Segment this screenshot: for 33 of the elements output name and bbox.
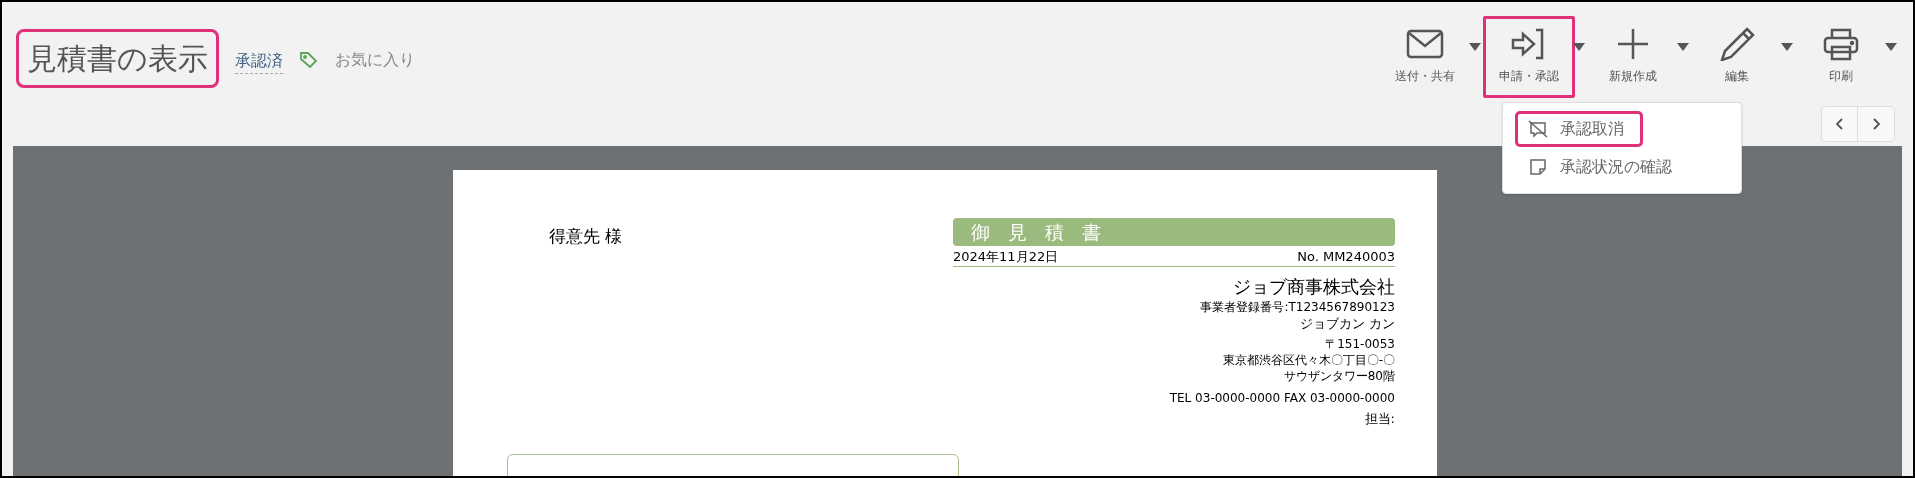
note-icon (1528, 158, 1548, 176)
document-number: No. MM240003 (1297, 248, 1395, 265)
contact-person: ジョブカン カン (1299, 315, 1395, 332)
tag-icon[interactable] (299, 51, 319, 69)
document-title: 御 見 積 書 (953, 218, 1395, 246)
customer-name: 得意先 様 (549, 225, 624, 248)
page-title: 見積書の表示 (16, 28, 219, 88)
mail-icon (1405, 27, 1445, 61)
address: 東京都渋谷区代々木〇丁目〇-〇 (1222, 352, 1395, 368)
toolbar-button[interactable]: 印刷 (1795, 16, 1887, 98)
status-label[interactable]: 承認済 (235, 48, 283, 74)
caret-icon (1573, 43, 1585, 51)
phone-fax: TEL 03-0000-0000 FAX 03-0000-0000 (1169, 390, 1395, 406)
toolbar-button[interactable]: 編集 (1691, 16, 1783, 98)
staff-label: 担当: (1364, 410, 1395, 427)
printer-icon (1821, 27, 1861, 61)
toolbar-button[interactable]: 申請・承認 (1483, 16, 1575, 98)
caret-icon (1469, 43, 1481, 51)
registration-number: 事業者登録番号:T1234567890123 (1200, 299, 1395, 315)
caret-icon (1781, 43, 1793, 51)
menu-item[interactable]: 承認取消 (1515, 111, 1643, 147)
chevron-right-icon (1871, 117, 1881, 131)
company-name: ジョブ商事株式会社 (1233, 275, 1395, 299)
menu-item[interactable]: 承認状況の確認 (1515, 149, 1691, 185)
issue-date: 2024年11月22日 (953, 248, 1059, 265)
crossed-comment-icon (1528, 120, 1548, 138)
postal-code: 〒151-0053 (1325, 336, 1395, 352)
caret-icon (1677, 43, 1689, 51)
caret-icon (1885, 43, 1897, 51)
toolbar-button[interactable]: 送付・共有 (1379, 16, 1471, 98)
building: サウザンタワー80階 (1283, 368, 1395, 384)
chevron-left-icon (1834, 117, 1845, 131)
toolbar-button[interactable]: 新規作成 (1587, 16, 1679, 98)
